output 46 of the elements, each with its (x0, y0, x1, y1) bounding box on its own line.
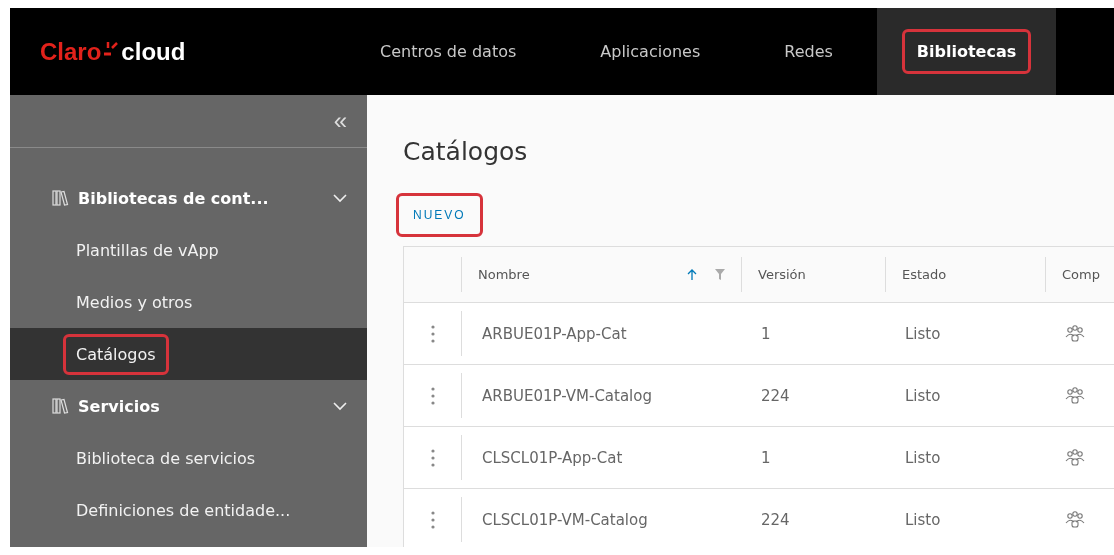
table-cell-text: Listo (904, 447, 942, 469)
sort-up-icon[interactable] (687, 268, 697, 281)
column-header[interactable]: Comp (1062, 267, 1114, 282)
filter-icon[interactable] (715, 269, 725, 280)
sidebar-item[interactable]: Catálogos (10, 328, 367, 380)
sidebar-item[interactable]: Definiciones de entidade... (10, 484, 367, 536)
chevron-down-icon[interactable] (333, 401, 347, 411)
column-header[interactable]: Nombre (478, 267, 687, 282)
more-vertical-icon[interactable] (430, 448, 435, 467)
table-cell: ARBUE01P-App-Cat (461, 311, 741, 356)
table-cell-text: 224 (760, 385, 791, 407)
logo-brand: Claro (40, 37, 102, 66)
more-vertical-icon[interactable] (430, 386, 435, 405)
users-icon (1065, 510, 1085, 529)
table-cell: CLSCL01P-VM-Catalog (461, 497, 741, 542)
users-icon (1065, 324, 1085, 343)
table-cell-text: Listo (904, 323, 942, 345)
users-icon (1065, 386, 1085, 405)
collapse-button[interactable]: « (333, 107, 347, 135)
sidebar-item[interactable]: Biblioteca de servicios (10, 432, 367, 484)
table-cell-text: 1 (760, 323, 772, 345)
books-icon (52, 398, 70, 414)
table-cell-text: 224 (760, 509, 791, 531)
table-cell-text: 1 (760, 447, 772, 469)
logo-product: cloud (121, 37, 186, 66)
chevron-down-icon[interactable] (333, 193, 347, 203)
sidebar-item[interactable]: Medios y otros (10, 276, 367, 328)
page-title: Catálogos (403, 137, 529, 166)
table-cell: CLSCL01P-App-Cat (461, 435, 741, 480)
more-vertical-icon[interactable] (430, 324, 435, 343)
column-header[interactable]: Estado (902, 267, 1029, 282)
users-icon (1065, 448, 1085, 467)
nav-tab[interactable]: Redes (744, 8, 873, 95)
table-cell-text: Listo (904, 509, 942, 531)
nav-tab[interactable]: Centros de datos (340, 8, 557, 95)
sidebar-item[interactable]: Plantillas de vApp (10, 224, 367, 276)
sidebar-group-label[interactable]: Servicios (78, 396, 333, 416)
books-icon (52, 190, 70, 206)
nav-tab[interactable]: Aplicaciones (560, 8, 741, 95)
table-cell: ARBUE01P-VM-Catalog (461, 373, 741, 418)
new-button[interactable]: NUEVO (399, 196, 480, 234)
nav-tab[interactable]: Bibliotecas (876, 8, 1057, 95)
more-vertical-icon[interactable] (430, 510, 435, 529)
sidebar-group-label[interactable]: Bibliotecas de cont... (78, 188, 333, 208)
column-header[interactable]: Versión (758, 267, 869, 282)
table-cell-text: Listo (904, 385, 942, 407)
